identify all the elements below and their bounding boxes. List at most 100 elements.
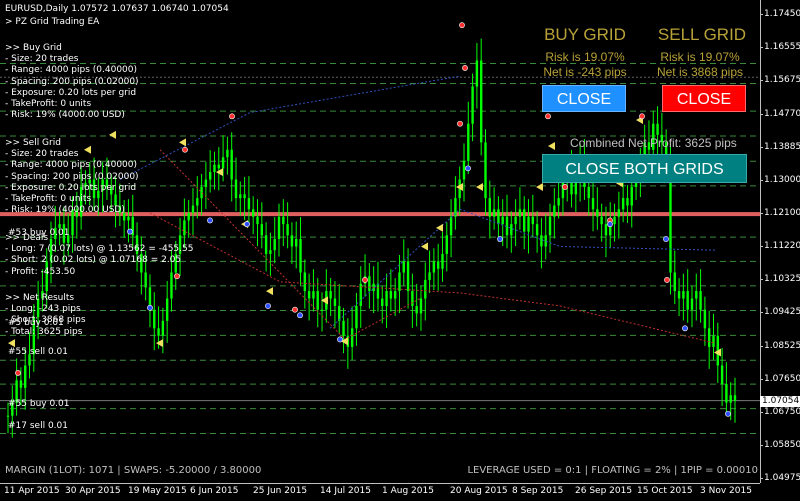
buy-order-dot	[207, 217, 213, 224]
candle-body	[402, 261, 405, 273]
candle-body	[286, 224, 289, 236]
candle-body	[553, 205, 556, 217]
buy-order-dot	[465, 165, 471, 172]
ea-name: > PZ Grid Trading EA	[5, 17, 100, 27]
candle-body	[540, 235, 543, 247]
panel-line: >> Sell Grid	[5, 138, 61, 148]
candle-body	[630, 186, 633, 206]
buy-order-dot	[297, 312, 303, 319]
close-buy-grid-button[interactable]: CLOSE	[542, 85, 626, 112]
candle-body	[613, 216, 616, 225]
sell-grid-net: Net is 3868 pips	[656, 65, 744, 79]
sell-order-dot	[639, 113, 645, 120]
margin-swaps-status: MARGIN (1LOT): 1071 | SWAPS: -5.20000 / …	[5, 465, 262, 476]
candle-body	[695, 291, 698, 299]
candle-body	[157, 328, 160, 336]
candle-body	[234, 179, 238, 199]
combined-net-profit: Combined Net Profit: 3625 pips	[570, 136, 737, 150]
date-tick-label: 25 Jun 2015	[253, 486, 308, 496]
candle-body	[419, 298, 423, 314]
candle-body	[492, 209, 496, 217]
price-tick-label: 1.13000	[759, 174, 800, 185]
candle-body	[712, 335, 715, 347]
candle-body	[703, 309, 707, 329]
panel-line: - Range: 4000 pips (0.40000)	[5, 160, 138, 171]
time-axis[interactable]: 11 Apr 2015 30 Apr 2015 19 May 2015 6 Jun 2…	[0, 483, 760, 501]
panel-line: - Spacing: 200 pips (0.02000)	[5, 171, 139, 182]
sell-grid-risk: Risk is 19.07%	[660, 50, 740, 64]
candle-body	[389, 291, 393, 299]
candle-body	[488, 198, 491, 217]
close-both-grids-button[interactable]: CLOSE BOTH GRIDS	[542, 154, 747, 183]
candle-body	[535, 224, 539, 236]
candle-body	[479, 60, 483, 143]
candle-body	[165, 298, 169, 321]
candle-body	[247, 198, 251, 210]
panel-line: >> Net Results	[5, 293, 75, 303]
price-axis[interactable]: 1.17450 1.16555 1.15675 1.14770 1.13885 1.130…	[759, 0, 800, 483]
candle-body	[264, 235, 268, 254]
order-label: #53 buy 0.01	[8, 228, 70, 238]
candle-body	[690, 298, 694, 310]
trade-arrow-marker	[548, 142, 555, 151]
candle-body	[204, 179, 208, 187]
price-tick-label: 1.16555	[759, 42, 800, 53]
sell-order-dot	[292, 306, 298, 313]
price-tick-label: 1.10325	[759, 274, 800, 284]
symbol-info: EURUSD,Daily 1.07572 1.07637 1.06740 1.0…	[5, 4, 229, 14]
buy-order-dot	[725, 410, 731, 417]
sell-order-dot	[459, 22, 465, 29]
buy-order-dot	[607, 221, 613, 228]
panel-line: - Spacing: 200 pips (0.02000)	[5, 76, 139, 87]
sell-order-dot	[229, 113, 235, 120]
candle-body	[213, 164, 216, 173]
price-tick-label: 1.13885	[759, 141, 800, 152]
price-tick-label: 1.11220	[759, 240, 800, 251]
candle-body	[252, 209, 255, 217]
candle-body	[196, 198, 199, 206]
candle-body	[381, 298, 384, 306]
close-sell-grid-button[interactable]: CLOSE	[662, 85, 746, 112]
candle-body	[531, 216, 535, 225]
candle-body	[686, 291, 689, 310]
candle-body	[604, 224, 608, 236]
candle-body	[626, 198, 629, 206]
candle-body	[406, 261, 410, 292]
candle-body	[273, 239, 276, 251]
candle-body	[415, 305, 418, 314]
candle-body	[729, 395, 732, 403]
sell-connector-line	[149, 212, 716, 344]
candle-body	[544, 235, 547, 247]
panel-line: - Profit: -453.50	[5, 266, 76, 277]
candle-body	[170, 272, 173, 299]
candle-body	[600, 216, 603, 225]
candle-body	[355, 305, 358, 329]
sell-order-dot	[182, 146, 188, 153]
buy-order-dot	[244, 221, 250, 228]
buy-grid-title: BUY GRID	[544, 25, 626, 44]
trade-arrow-marker	[156, 339, 163, 348]
candle-body	[471, 86, 474, 124]
candle-body	[329, 291, 332, 299]
panel-line: - Range: 4000 pips (0.40000)	[5, 65, 138, 76]
candle-body	[467, 123, 470, 161]
buy-order-dot	[682, 325, 688, 332]
candle-body	[269, 250, 272, 254]
candle-body	[682, 291, 685, 299]
candle-body	[707, 328, 711, 347]
candle-body	[733, 395, 737, 401]
buy-order-dot	[337, 336, 343, 343]
candle-body	[256, 216, 259, 225]
trade-arrow-marker	[84, 145, 91, 154]
panel-line: - Size: 20 trades	[5, 54, 79, 65]
candle-body	[187, 212, 190, 221]
price-tick-label: 1.17450	[759, 9, 800, 19]
order-label: #5 buy 0.01	[8, 318, 64, 328]
price-tick-label: 1.15675	[759, 75, 800, 86]
candle-body	[436, 261, 440, 269]
panel-line: - TakeProfit: 0 units	[5, 99, 92, 109]
candle-body	[161, 320, 165, 336]
candle-body	[441, 253, 444, 269]
panel-line: - Exposure: 0.20 lots per grid	[5, 182, 137, 193]
candle-body	[548, 216, 552, 236]
